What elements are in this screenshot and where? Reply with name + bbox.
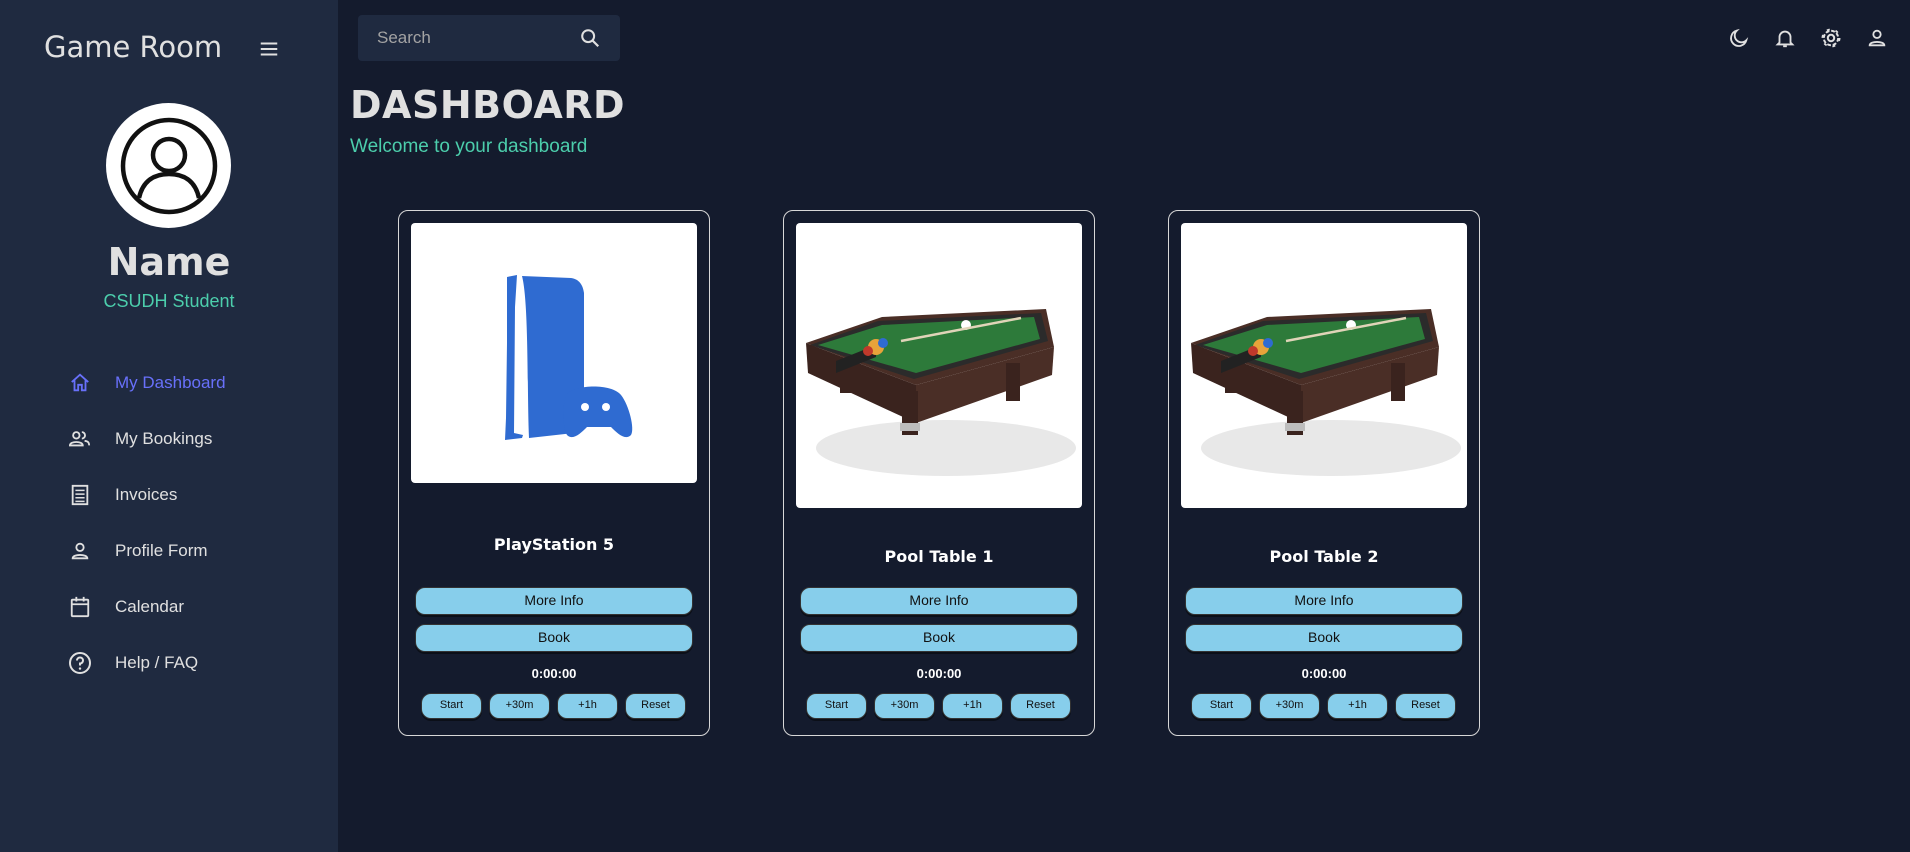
timer-controls: Start +30m +1h Reset [1191, 693, 1456, 719]
sidebar: Game Room Name CSUDH Student My Dashboar… [0, 0, 338, 852]
timer-display: 0:00:00 [1301, 666, 1347, 681]
timer-display: 0:00:00 [531, 666, 577, 681]
book-button[interactable]: Book [800, 624, 1078, 652]
person-icon [67, 538, 93, 564]
brand-title: Game Room [44, 30, 223, 64]
card-pool-table-2: Pool Table 2 More Info Book 0:00:00 Star… [1168, 210, 1480, 736]
book-button[interactable]: Book [415, 624, 693, 652]
card-title: Pool Table 2 [1269, 547, 1379, 566]
sidebar-item-label: Help / FAQ [115, 653, 199, 672]
start-button[interactable]: Start [806, 693, 867, 719]
more-info-button[interactable]: More Info [800, 587, 1078, 615]
sidebar-item-label: Invoices [115, 485, 178, 504]
user-role: CSUDH Student [103, 291, 235, 311]
search-bar [358, 15, 620, 61]
calendar-icon [67, 594, 93, 620]
notifications-icon[interactable] [1762, 20, 1808, 56]
card-title: PlayStation 5 [493, 535, 615, 554]
add-30m-button[interactable]: +30m [489, 693, 550, 719]
timer-display: 0:00:00 [916, 666, 962, 681]
reset-button[interactable]: Reset [1395, 693, 1456, 719]
more-info-button[interactable]: More Info [1185, 587, 1463, 615]
timer-controls: Start +30m +1h Reset [806, 693, 1071, 719]
sidebar-item-dashboard[interactable]: My Dashboard [0, 355, 338, 411]
user-name: Name [107, 240, 231, 284]
playstation-image [411, 223, 697, 483]
sidebar-item-label: My Dashboard [115, 373, 226, 392]
start-button[interactable]: Start [1191, 693, 1252, 719]
receipt-icon [67, 482, 93, 508]
sidebar-item-profile-form[interactable]: Profile Form [0, 523, 338, 579]
card-title: Pool Table 1 [884, 547, 994, 566]
timer-controls: Start +30m +1h Reset [421, 693, 686, 719]
menu-icon[interactable] [258, 38, 284, 60]
pool-table-icon [1191, 309, 1461, 476]
page-title: DASHBOARD [350, 83, 626, 127]
card-pool-table-1: Pool Table 1 More Info Book 0:00:00 Star… [783, 210, 1095, 736]
add-1h-button[interactable]: +1h [942, 693, 1003, 719]
topbar-icons [1716, 20, 1900, 56]
user-avatar-icon [120, 117, 217, 214]
add-30m-button[interactable]: +30m [1259, 693, 1320, 719]
page-subtitle: Welcome to your dashboard [350, 136, 588, 157]
account-icon[interactable] [1854, 20, 1900, 56]
sidebar-item-label: My Bookings [115, 429, 213, 448]
sidebar-item-label: Calendar [115, 597, 184, 616]
people-icon [67, 426, 93, 452]
help-circle-icon [67, 650, 93, 676]
search-input[interactable] [358, 27, 568, 49]
reset-button[interactable]: Reset [1010, 693, 1071, 719]
card-playstation-5: PlayStation 5 More Info Book 0:00:00 Sta… [398, 210, 710, 736]
sidebar-item-label: Profile Form [115, 541, 208, 560]
add-1h-button[interactable]: +1h [557, 693, 618, 719]
pool-table-icon [806, 309, 1076, 476]
home-icon [67, 370, 93, 396]
settings-icon[interactable] [1808, 20, 1854, 56]
start-button[interactable]: Start [421, 693, 482, 719]
pool-table-image [1181, 223, 1467, 508]
sidebar-item-bookings[interactable]: My Bookings [0, 411, 338, 467]
avatar [106, 103, 231, 228]
reset-button[interactable]: Reset [625, 693, 686, 719]
playstation-icon [505, 275, 633, 440]
book-button[interactable]: Book [1185, 624, 1463, 652]
add-1h-button[interactable]: +1h [1327, 693, 1388, 719]
sidebar-item-help[interactable]: Help / FAQ [0, 635, 338, 691]
search-icon[interactable] [568, 16, 612, 60]
sidebar-nav: My Dashboard My Bookings Invoices Profil… [0, 355, 338, 691]
sidebar-item-invoices[interactable]: Invoices [0, 467, 338, 523]
pool-table-image [796, 223, 1082, 508]
sidebar-item-calendar[interactable]: Calendar [0, 579, 338, 635]
more-info-button[interactable]: More Info [415, 587, 693, 615]
dark-mode-icon[interactable] [1716, 20, 1762, 56]
add-30m-button[interactable]: +30m [874, 693, 935, 719]
